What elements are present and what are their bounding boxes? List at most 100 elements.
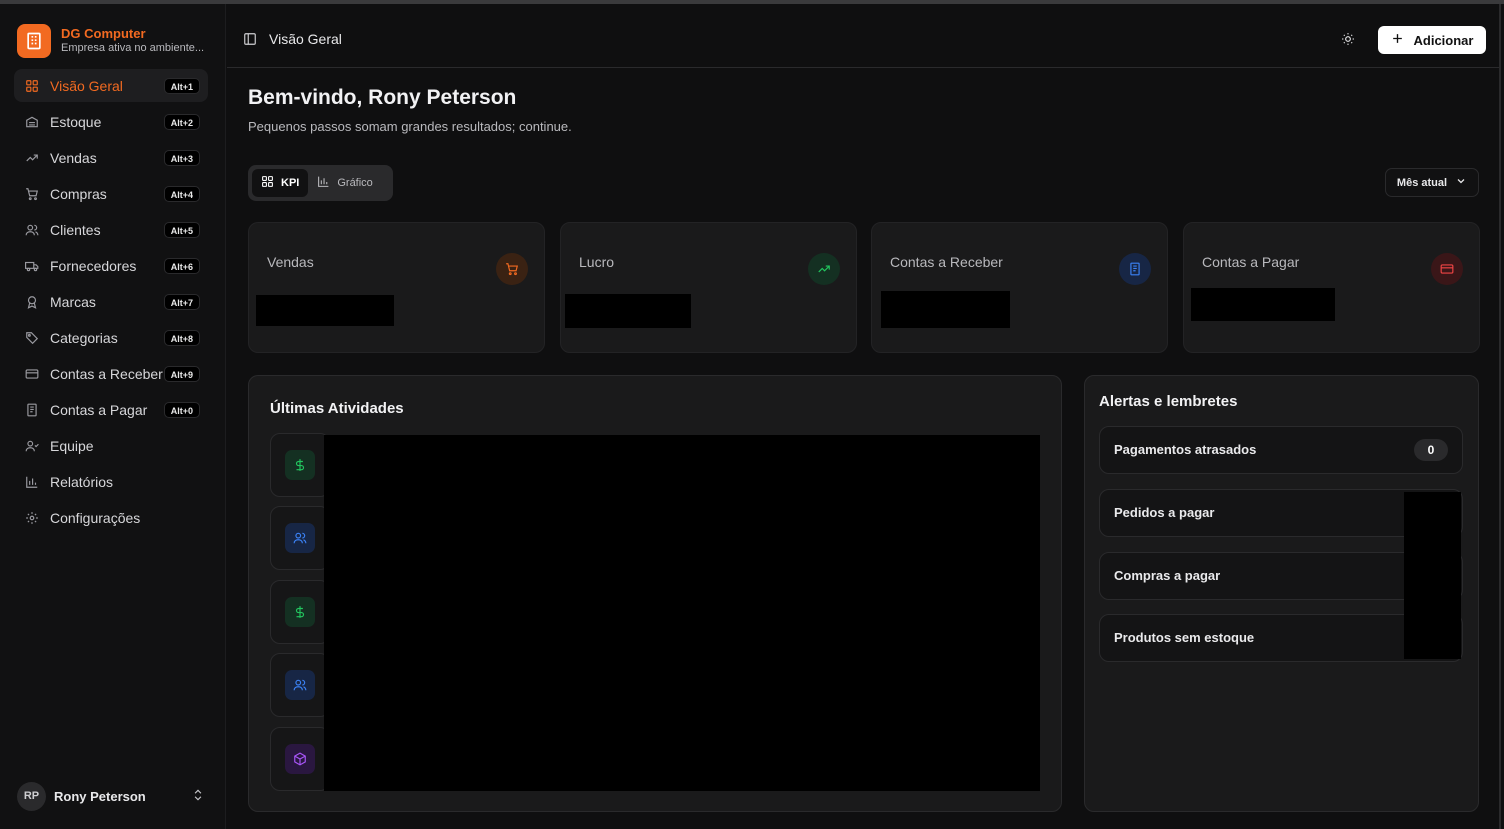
add-button[interactable]: Adicionar [1378, 26, 1486, 54]
trending-up-icon [24, 150, 40, 166]
view-toggle: KPI Gráfico [248, 165, 393, 201]
bar-chart-icon [317, 175, 330, 191]
sun-icon[interactable] [1341, 32, 1355, 51]
kpi-card-lucro[interactable]: Lucro [560, 222, 857, 353]
sidebar-item-label: Configurações [50, 509, 141, 526]
chevrons-up-down-icon [191, 788, 205, 807]
kpi-label: KPI [281, 177, 300, 189]
sidebar-item-label: Categorias [50, 329, 118, 346]
alert-count-badge: 0 [1414, 439, 1448, 461]
credit-card-icon [24, 366, 40, 382]
shortcut-badge: Alt+9 [163, 366, 200, 382]
box-icon [285, 744, 315, 774]
alerts-counts-redacted [1404, 492, 1461, 659]
alert-label: Produtos sem estoque [1114, 630, 1255, 645]
sidebar-item-label: Clientes [50, 221, 101, 238]
receipt-icon [1119, 253, 1151, 285]
trending-up-icon [808, 253, 840, 285]
sidebar-item-label: Compras [50, 185, 107, 202]
activity-item[interactable] [270, 506, 330, 570]
sidebar-item-equipe[interactable]: Equipe [14, 429, 208, 462]
chevron-down-icon [1455, 175, 1467, 190]
sidebar-item-label: Relatórios [50, 473, 114, 490]
sidebar-item-marcas[interactable]: Marcas Alt+7 [14, 285, 208, 318]
activity-item[interactable] [270, 653, 330, 717]
alerts-title: Alertas e lembretes [1099, 393, 1238, 410]
kpi-label: Vendas [267, 254, 314, 270]
kpi-value-redacted [1191, 288, 1335, 321]
sidebar-toggle-icon[interactable] [243, 32, 257, 51]
users-icon [285, 670, 315, 700]
sidebar-item-label: Estoque [50, 113, 102, 130]
brand-name: DG Computer [61, 26, 146, 41]
shortcut-badge: Alt+2 [163, 114, 200, 130]
avatar: RP [17, 781, 46, 811]
top-header: Visão Geral Adicionar [227, 4, 1500, 68]
kpi-label: Contas a Pagar [1202, 254, 1300, 270]
sidebar-item-compras[interactable]: Compras Alt+4 [14, 177, 208, 210]
kpi-value-redacted [256, 295, 394, 326]
period-select[interactable]: Mês atual [1385, 168, 1479, 197]
period-select-value: Mês atual [1396, 176, 1448, 189]
alert-label: Pagamentos atrasados [1114, 442, 1257, 457]
sidebar-item-contas-receber[interactable]: Contas a Receber Alt+9 [14, 357, 208, 390]
user-menu[interactable]: RP Rony Peterson [17, 781, 211, 811]
welcome-heading: Bem-vindo, Rony Peterson [248, 86, 517, 109]
shortcut-badge: Alt+5 [163, 222, 200, 238]
sidebar-item-relatorios[interactable]: Relatórios [14, 465, 208, 498]
sidebar-item-vendas[interactable]: Vendas Alt+3 [14, 141, 208, 174]
alert-item-pagamentos-atrasados[interactable]: Pagamentos atrasados 0 [1099, 426, 1463, 474]
sidebar-item-label: Vendas [50, 149, 97, 166]
activities-title: Últimas Atividades [270, 400, 404, 417]
sidebar-item-contas-pagar[interactable]: Contas a Pagar Alt+0 [14, 393, 208, 426]
welcome-subtitle: Pequenos passos somam grandes resultados… [248, 119, 572, 134]
shortcut-badge: Alt+8 [163, 330, 200, 346]
sidebar-item-label: Visão Geral [50, 77, 123, 94]
kpi-label: Lucro [579, 254, 615, 270]
cart-icon [496, 253, 528, 285]
plus-icon [1391, 32, 1404, 48]
building-icon [17, 24, 51, 58]
kpi-card-contas-receber[interactable]: Contas a Receber [871, 222, 1168, 353]
bar-chart-icon [24, 474, 40, 490]
activities-redacted [324, 435, 1040, 791]
team-icon [24, 438, 40, 454]
settings-icon [24, 510, 40, 526]
activity-item[interactable] [270, 580, 330, 644]
sidebar-item-estoque[interactable]: Estoque Alt+2 [14, 105, 208, 138]
sidebar-item-categorias[interactable]: Categorias Alt+8 [14, 321, 208, 354]
sidebar-item-label: Marcas [50, 293, 96, 310]
shortcut-badge: Alt+0 [163, 402, 200, 418]
brand-subtitle: Empresa ativa no ambiente... [61, 42, 205, 54]
kpi-value-redacted [565, 294, 691, 328]
sidebar-item-visao-geral[interactable]: Visão Geral Alt+1 [14, 69, 208, 102]
shortcut-badge: Alt+6 [163, 258, 200, 274]
receipt-icon [24, 402, 40, 418]
sidebar-item-clientes[interactable]: Clientes Alt+5 [14, 213, 208, 246]
sidebar-nav: Visão Geral Alt+1 Estoque Alt+2 Vendas A… [14, 69, 208, 537]
sidebar-item-fornecedores[interactable]: Fornecedores Alt+6 [14, 249, 208, 282]
dollar-icon [285, 597, 315, 627]
kpi-value-redacted [881, 291, 1010, 328]
kpi-view-button[interactable]: KPI [252, 169, 309, 197]
award-icon [24, 294, 40, 310]
cart-icon [24, 186, 40, 202]
tags-icon [24, 330, 40, 346]
shortcut-badge: Alt+4 [163, 186, 200, 202]
shortcut-badge: Alt+7 [163, 294, 200, 310]
users-icon [24, 222, 40, 238]
sidebar-item-configuracoes[interactable]: Configurações [14, 501, 208, 534]
activity-item[interactable] [270, 433, 330, 497]
chart-view-button[interactable]: Gráfico [308, 169, 381, 197]
credit-card-icon [1431, 253, 1463, 285]
brand[interactable]: DG Computer Empresa ativa no ambiente... [17, 24, 204, 58]
sidebar-item-label: Contas a Pagar [50, 401, 148, 418]
kpi-card-contas-pagar[interactable]: Contas a Pagar [1183, 222, 1480, 353]
window-right-border [1499, 4, 1501, 829]
activity-item[interactable] [270, 727, 330, 791]
kpi-card-vendas[interactable]: Vendas [248, 222, 545, 353]
users-icon [285, 523, 315, 553]
sidebar-item-label: Contas a Receber [50, 365, 163, 382]
grid-icon [261, 175, 274, 191]
sidebar: DG Computer Empresa ativa no ambiente...… [0, 4, 226, 829]
